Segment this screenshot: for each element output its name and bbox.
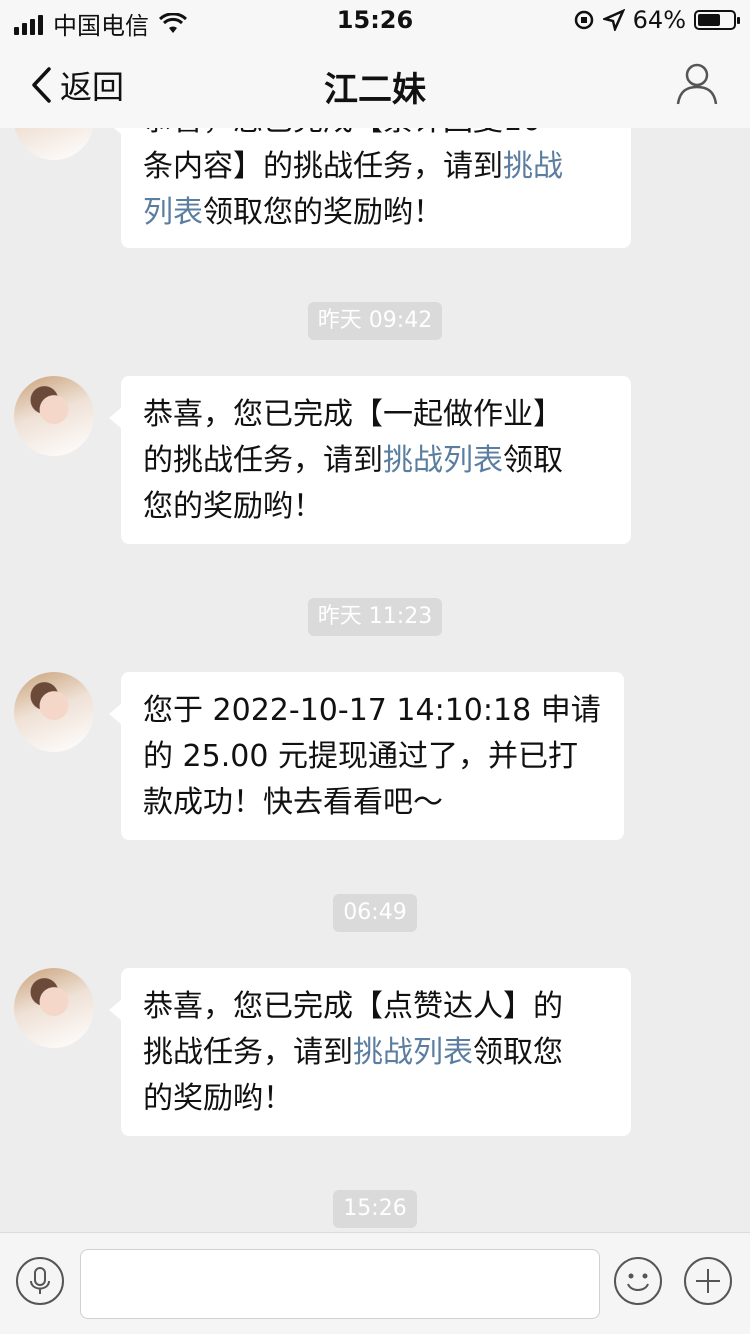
microphone-icon xyxy=(30,1267,50,1294)
avatar[interactable] xyxy=(14,376,94,456)
message-line: 的挑战任务，请到挑战列表领取 xyxy=(143,438,609,484)
message-line: 恭喜，您已完成【累计回复10 xyxy=(143,128,609,144)
battery-percent: 64% xyxy=(632,6,686,34)
message-line: 挑战任务，请到挑战列表领取您 xyxy=(143,1030,609,1076)
avatar[interactable] xyxy=(14,672,94,752)
status-bar: 中国电信 15:26 64% xyxy=(0,0,750,40)
message-text: 款成功！快去看看吧～ xyxy=(143,785,443,820)
message-text: 领取您 xyxy=(473,1035,563,1070)
message-line: 的奖励哟！ xyxy=(143,1076,609,1122)
message-text: 恭喜，您已完成【点赞达人】的 xyxy=(143,989,563,1024)
timestamp: 06:49 xyxy=(0,894,750,932)
message-line: 恭喜，您已完成【点赞达人】的 xyxy=(143,984,609,1030)
challenge-list-link[interactable]: 列表 xyxy=(143,195,203,230)
message-text: 挑战任务，请到 xyxy=(143,1035,353,1070)
plus-icon xyxy=(696,1269,720,1293)
more-button[interactable] xyxy=(684,1257,732,1305)
message-line: 的 25.00 元提现通过了，并已打 xyxy=(143,734,602,780)
message-line: 恭喜，您已完成【一起做作业】 xyxy=(143,392,609,438)
location-icon xyxy=(602,9,625,31)
message-input[interactable] xyxy=(80,1249,600,1319)
message-text: 的挑战任务，请到 xyxy=(143,443,383,478)
message-text: 领取您的奖励哟！ xyxy=(203,195,443,230)
chat-area[interactable]: 恭喜，您已完成【累计回复10 条内容】的挑战任务，请到挑战 列表领取您的奖励哟！… xyxy=(0,128,750,1232)
challenge-list-link[interactable]: 挑战列表 xyxy=(383,443,503,478)
message-text: 的 25.00 元提现通过了，并已打 xyxy=(143,739,578,774)
input-bar xyxy=(0,1232,750,1334)
message-text: 恭喜，您已完成【累计回复10 xyxy=(143,128,541,138)
profile-icon[interactable] xyxy=(674,60,720,106)
message-line: 条内容】的挑战任务，请到挑战 xyxy=(143,144,609,190)
avatar[interactable] xyxy=(14,968,94,1048)
nav-bar: 返回 江二妹 xyxy=(0,40,750,128)
message-text: 恭喜，您已完成【一起做作业】 xyxy=(143,397,563,432)
timestamp-label: 昨天 09:42 xyxy=(307,302,443,340)
timestamp: 15:26 xyxy=(0,1190,750,1228)
message-bubble[interactable]: 恭喜，您已完成【一起做作业】 的挑战任务，请到挑战列表领取 您的奖励哟！ xyxy=(109,376,631,544)
challenge-list-link[interactable]: 挑战列表 xyxy=(353,1035,473,1070)
voice-button[interactable] xyxy=(16,1257,64,1305)
battery-icon xyxy=(694,10,740,30)
message-line: 您于 2022-10-17 14:10:18 申请 xyxy=(143,688,602,734)
timestamp: 昨天 11:23 xyxy=(0,598,750,636)
smiley-icon xyxy=(627,1273,649,1291)
message-text: 您于 2022-10-17 14:10:18 申请 xyxy=(143,693,601,728)
message-bubble[interactable]: 您于 2022-10-17 14:10:18 申请 的 25.00 元提现通过了… xyxy=(109,672,624,840)
message-text: 领取 xyxy=(503,443,563,478)
orientation-lock-icon xyxy=(574,10,593,30)
timestamp: 昨天 09:42 xyxy=(0,302,750,340)
timestamp-label: 昨天 11:23 xyxy=(307,598,443,636)
message-line: 款成功！快去看看吧～ xyxy=(143,780,602,826)
message-text: 条内容】的挑战任务，请到 xyxy=(143,149,503,184)
challenge-list-link[interactable]: 挑战 xyxy=(503,149,563,184)
avatar[interactable] xyxy=(14,128,94,160)
timestamp-label: 15:26 xyxy=(333,1190,417,1228)
message-line: 您的奖励哟！ xyxy=(143,484,609,530)
emoji-button[interactable] xyxy=(614,1257,662,1305)
message-bubble[interactable]: 恭喜，您已完成【点赞达人】的 挑战任务，请到挑战列表领取您 的奖励哟！ xyxy=(109,968,631,1136)
timestamp-label: 06:49 xyxy=(333,894,417,932)
page-title: 江二妹 xyxy=(324,70,426,110)
message-text: 您的奖励哟！ xyxy=(143,489,323,524)
message-text: 的奖励哟！ xyxy=(143,1081,293,1116)
message-bubble[interactable]: 恭喜，您已完成【累计回复10 条内容】的挑战任务，请到挑战 列表领取您的奖励哟！ xyxy=(109,128,631,248)
message-line: 列表领取您的奖励哟！ xyxy=(143,190,609,236)
